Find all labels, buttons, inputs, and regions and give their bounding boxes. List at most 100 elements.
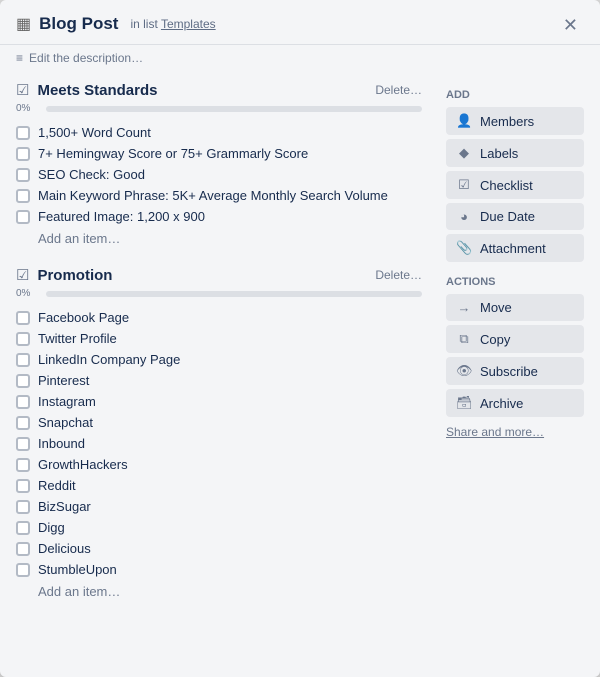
archive-label: Archive bbox=[480, 396, 523, 411]
copy-icon: ⧉ bbox=[456, 331, 472, 347]
checkbox-1-2[interactable] bbox=[16, 353, 30, 367]
checkbox-1-10[interactable] bbox=[16, 521, 30, 535]
progress-row-1: 0% bbox=[16, 288, 430, 299]
list-item: Delicious bbox=[16, 538, 430, 559]
close-button[interactable]: ✕ bbox=[557, 14, 584, 36]
description-row[interactable]: ≡ Edit the description… bbox=[0, 45, 600, 73]
checkbox-1-11[interactable] bbox=[16, 542, 30, 556]
share-link[interactable]: Share and more… bbox=[446, 425, 584, 439]
list-item: GrowthHackers bbox=[16, 454, 430, 475]
list-item: 7+ Hemingway Score or 75+ Grammarly Scor… bbox=[16, 143, 430, 164]
progress-pct-0: 0% bbox=[16, 103, 38, 114]
add-item-row-0[interactable]: Add an item… bbox=[38, 227, 430, 250]
list-item: Inbound bbox=[16, 433, 430, 454]
archive-icon: 🗃 bbox=[456, 395, 472, 411]
checkbox-1-9[interactable] bbox=[16, 500, 30, 514]
attachment-button[interactable]: 📎 Attachment bbox=[446, 234, 584, 262]
item-label-1-8: Reddit bbox=[38, 478, 76, 493]
item-label-0-3: Main Keyword Phrase: 5K+ Average Monthly… bbox=[38, 188, 388, 203]
checkbox-1-6[interactable] bbox=[16, 437, 30, 451]
card-header-left: ▦ Blog Post in list Templates bbox=[16, 14, 216, 34]
delete-link-1[interactable]: Delete… bbox=[375, 268, 422, 282]
members-icon: 👤 bbox=[456, 113, 472, 129]
item-label-1-12: StumbleUpon bbox=[38, 562, 117, 577]
add-item-label-1: Add an item… bbox=[38, 584, 120, 599]
checkbox-1-3[interactable] bbox=[16, 374, 30, 388]
checklist-icon-1: ☑ bbox=[16, 266, 29, 284]
checkbox-1-5[interactable] bbox=[16, 416, 30, 430]
checkbox-1-0[interactable] bbox=[16, 311, 30, 325]
item-label-1-9: BizSugar bbox=[38, 499, 91, 514]
subscribe-button[interactable]: 👁 Subscribe bbox=[446, 357, 584, 385]
checkbox-0-2[interactable] bbox=[16, 168, 30, 182]
item-label-1-5: Snapchat bbox=[38, 415, 93, 430]
checklist-header-0: ☑ Meets Standards Delete… bbox=[16, 81, 430, 99]
card-title-icon: ▦ bbox=[16, 14, 31, 34]
item-label-1-3: Pinterest bbox=[38, 373, 89, 388]
main-content: ☑ Meets Standards Delete… 0% 1,500+ Word… bbox=[0, 81, 430, 669]
card-body: ☑ Meets Standards Delete… 0% 1,500+ Word… bbox=[0, 73, 600, 677]
copy-button[interactable]: ⧉ Copy bbox=[446, 325, 584, 353]
list-item: Facebook Page bbox=[16, 307, 430, 328]
card-modal: ▦ Blog Post in list Templates ✕ ≡ Edit t… bbox=[0, 0, 600, 677]
item-label-1-4: Instagram bbox=[38, 394, 96, 409]
checklist-promotion: ☑ Promotion Delete… 0% Facebook Page bbox=[16, 266, 430, 603]
checkbox-1-4[interactable] bbox=[16, 395, 30, 409]
item-label-1-1: Twitter Profile bbox=[38, 331, 117, 346]
checklist-label: Checklist bbox=[480, 178, 533, 193]
members-button[interactable]: 👤 Members bbox=[446, 107, 584, 135]
item-label-1-6: Inbound bbox=[38, 436, 85, 451]
list-link[interactable]: Templates bbox=[161, 17, 216, 31]
checkbox-0-0[interactable] bbox=[16, 126, 30, 140]
checklist-button[interactable]: ☑ Checklist bbox=[446, 171, 584, 199]
subscribe-icon: 👁 bbox=[456, 363, 472, 379]
card-subtitle: in list Templates bbox=[130, 17, 215, 31]
archive-button[interactable]: 🗃 Archive bbox=[446, 389, 584, 417]
item-label-1-11: Delicious bbox=[38, 541, 91, 556]
move-label: Move bbox=[480, 300, 512, 315]
checklist-icon-0: ☑ bbox=[16, 81, 29, 99]
checkbox-1-1[interactable] bbox=[16, 332, 30, 346]
subscribe-label: Subscribe bbox=[480, 364, 538, 379]
list-item: SEO Check: Good bbox=[16, 164, 430, 185]
item-label-1-7: GrowthHackers bbox=[38, 457, 128, 472]
add-item-label-0: Add an item… bbox=[38, 231, 120, 246]
checkbox-0-1[interactable] bbox=[16, 147, 30, 161]
item-label-0-1: 7+ Hemingway Score or 75+ Grammarly Scor… bbox=[38, 146, 308, 161]
move-button[interactable]: → Move bbox=[446, 294, 584, 321]
list-item: 1,500+ Word Count bbox=[16, 122, 430, 143]
list-item: Featured Image: 1,200 x 900 bbox=[16, 206, 430, 227]
list-item: Main Keyword Phrase: 5K+ Average Monthly… bbox=[16, 185, 430, 206]
item-label-0-4: Featured Image: 1,200 x 900 bbox=[38, 209, 205, 224]
checklist-title-1: Promotion bbox=[37, 267, 112, 284]
checkbox-0-3[interactable] bbox=[16, 189, 30, 203]
checkbox-1-7[interactable] bbox=[16, 458, 30, 472]
due-date-icon: ◕ bbox=[456, 209, 472, 224]
checkbox-1-8[interactable] bbox=[16, 479, 30, 493]
due-date-label: Due Date bbox=[480, 209, 535, 224]
description-icon: ≡ bbox=[16, 51, 23, 65]
delete-link-0[interactable]: Delete… bbox=[375, 83, 422, 97]
copy-label: Copy bbox=[480, 332, 510, 347]
checklist-items-0: 1,500+ Word Count 7+ Hemingway Score or … bbox=[16, 122, 430, 227]
list-item: Pinterest bbox=[16, 370, 430, 391]
progress-pct-1: 0% bbox=[16, 288, 38, 299]
checklist-items-1: Facebook Page Twitter Profile LinkedIn C… bbox=[16, 307, 430, 580]
progress-bar-bg-0 bbox=[46, 106, 422, 112]
item-label-1-2: LinkedIn Company Page bbox=[38, 352, 180, 367]
members-label: Members bbox=[480, 114, 534, 129]
checklist-meets-standards: ☑ Meets Standards Delete… 0% 1,500+ Word… bbox=[16, 81, 430, 250]
description-placeholder: Edit the description… bbox=[29, 51, 143, 65]
add-item-row-1[interactable]: Add an item… bbox=[38, 580, 430, 603]
due-date-button[interactable]: ◕ Due Date bbox=[446, 203, 584, 230]
labels-button[interactable]: ◆ Labels bbox=[446, 139, 584, 167]
checkbox-0-4[interactable] bbox=[16, 210, 30, 224]
labels-icon: ◆ bbox=[456, 145, 472, 161]
item-label-1-0: Facebook Page bbox=[38, 310, 129, 325]
actions-section-title: Actions bbox=[446, 276, 584, 288]
progress-bar-bg-1 bbox=[46, 291, 422, 297]
item-label-0-2: SEO Check: Good bbox=[38, 167, 145, 182]
attachment-icon: 📎 bbox=[456, 240, 472, 256]
checkbox-1-12[interactable] bbox=[16, 563, 30, 577]
list-item: Digg bbox=[16, 517, 430, 538]
